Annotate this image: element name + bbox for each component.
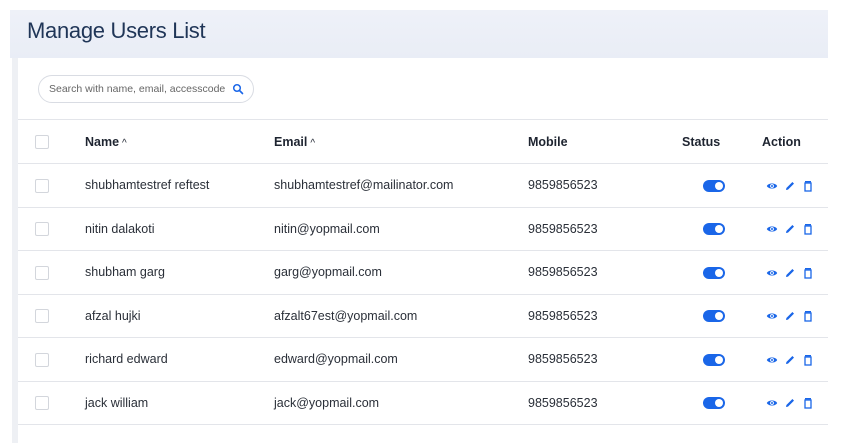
row-actions xyxy=(766,354,814,366)
status-toggle[interactable] xyxy=(703,310,725,323)
row-checkbox[interactable] xyxy=(35,265,49,280)
users-table: Name ^ Email ^ Mobile Status Action shubha… xyxy=(18,119,828,425)
user-mobile: 9859856523 xyxy=(528,395,598,410)
column-header-name[interactable]: Name ^ xyxy=(85,120,274,164)
pencil-icon[interactable] xyxy=(784,267,796,279)
table-row: shubham garg garg@yopmail.com 9859856523 xyxy=(18,250,828,295)
user-email: nitin@yopmail.com xyxy=(274,221,380,236)
status-toggle[interactable] xyxy=(703,223,725,236)
row-actions xyxy=(766,397,814,410)
user-email: shubhamtestref@mailinator.com xyxy=(274,178,454,193)
trash-icon[interactable] xyxy=(802,354,814,366)
user-mobile: 9859856523 xyxy=(528,265,598,280)
pencil-icon[interactable] xyxy=(784,354,796,366)
trash-icon[interactable] xyxy=(802,267,814,279)
pencil-icon[interactable] xyxy=(784,223,796,235)
status-toggle[interactable] xyxy=(703,266,725,279)
search-box xyxy=(38,75,254,103)
email-header-label: Email xyxy=(274,134,308,149)
user-name: richard edward xyxy=(85,352,168,367)
pencil-icon[interactable] xyxy=(784,180,796,192)
status-toggle[interactable] xyxy=(703,353,725,366)
page-title: Manage Users List xyxy=(27,18,206,43)
pencil-icon[interactable] xyxy=(784,310,796,322)
eye-icon[interactable] xyxy=(766,397,778,409)
row-checkbox[interactable] xyxy=(35,178,49,193)
users-card: Name^ Email^ Mobile Status Action shubha… xyxy=(18,58,828,443)
eye-icon[interactable] xyxy=(766,180,778,192)
user-name: afzal hujki xyxy=(85,308,141,323)
toggle-knob xyxy=(715,268,723,277)
user-mobile: 9859856523 xyxy=(528,178,598,193)
row-actions xyxy=(766,180,814,192)
toggle-knob xyxy=(715,225,723,234)
row-checkbox[interactable] xyxy=(35,396,49,411)
user-name: shubham garg xyxy=(85,265,165,280)
pencil-icon[interactable] xyxy=(784,397,796,409)
trash-icon[interactable] xyxy=(802,397,814,410)
trash-icon[interactable] xyxy=(802,310,814,323)
column-header-mobile: Mobile xyxy=(528,134,568,149)
row-actions xyxy=(766,310,814,323)
table-row: afzal hujki afzalt67est@yopmail.com 985985… xyxy=(18,294,828,338)
eye-icon[interactable] xyxy=(766,223,778,235)
column-header-action: Action xyxy=(762,134,801,149)
select-all-checkbox[interactable] xyxy=(35,134,49,149)
toggle-knob xyxy=(715,355,723,364)
user-email: garg@yopmail.com xyxy=(274,265,382,280)
row-checkbox[interactable] xyxy=(35,352,49,367)
column-header-email[interactable]: Email ^ xyxy=(274,120,528,164)
table-row: shubhamtestref reftest shubhamtestref@mai… xyxy=(18,163,828,208)
row-actions xyxy=(766,267,814,279)
row-checkbox[interactable] xyxy=(35,309,49,324)
table-header-row: Name ^ Email ^ Mobile Status Action xyxy=(18,119,828,164)
row-actions xyxy=(766,223,814,236)
status-toggle[interactable] xyxy=(703,397,725,410)
table-row: nitin dalakoti nitin@yopmail.com 985985652… xyxy=(18,207,828,251)
search-input[interactable] xyxy=(49,83,229,95)
toggle-knob xyxy=(715,312,723,321)
user-email: jack@yopmail.com xyxy=(274,395,380,410)
toggle-knob xyxy=(715,181,723,190)
user-name: jack william xyxy=(85,395,149,410)
user-email: edward@yopmail.com xyxy=(274,352,398,367)
user-mobile: 9859856523 xyxy=(528,308,598,323)
trash-icon[interactable] xyxy=(802,223,814,236)
search-icon[interactable] xyxy=(232,83,244,95)
page-header: Manage Users List xyxy=(10,10,828,58)
eye-icon[interactable] xyxy=(766,354,778,366)
user-mobile: 9859856523 xyxy=(528,221,598,236)
sort-indicator: ^ xyxy=(122,137,127,149)
table-row: richard edward edward@yopmail.com 98598565… xyxy=(18,337,828,382)
sort-indicator: ^ xyxy=(310,137,316,149)
user-email: afzalt67est@yopmail.com xyxy=(274,308,418,323)
table-row: jack william jack@yopmail.com 9859856523 xyxy=(18,381,828,425)
eye-icon[interactable] xyxy=(766,267,778,279)
page: Manage Users List Name^ Email^ Mobile St… xyxy=(0,0,850,443)
toggle-knob xyxy=(715,399,723,408)
user-mobile: 9859856523 xyxy=(528,352,598,367)
user-name: shubhamtestref reftest xyxy=(85,178,210,193)
trash-icon[interactable] xyxy=(802,180,814,192)
eye-icon[interactable] xyxy=(766,310,778,322)
user-name: nitin dalakoti xyxy=(85,221,155,236)
row-checkbox[interactable] xyxy=(35,222,49,237)
status-toggle[interactable] xyxy=(703,179,725,192)
column-header-status: Status xyxy=(682,134,721,149)
name-header-label: Name xyxy=(85,134,120,149)
